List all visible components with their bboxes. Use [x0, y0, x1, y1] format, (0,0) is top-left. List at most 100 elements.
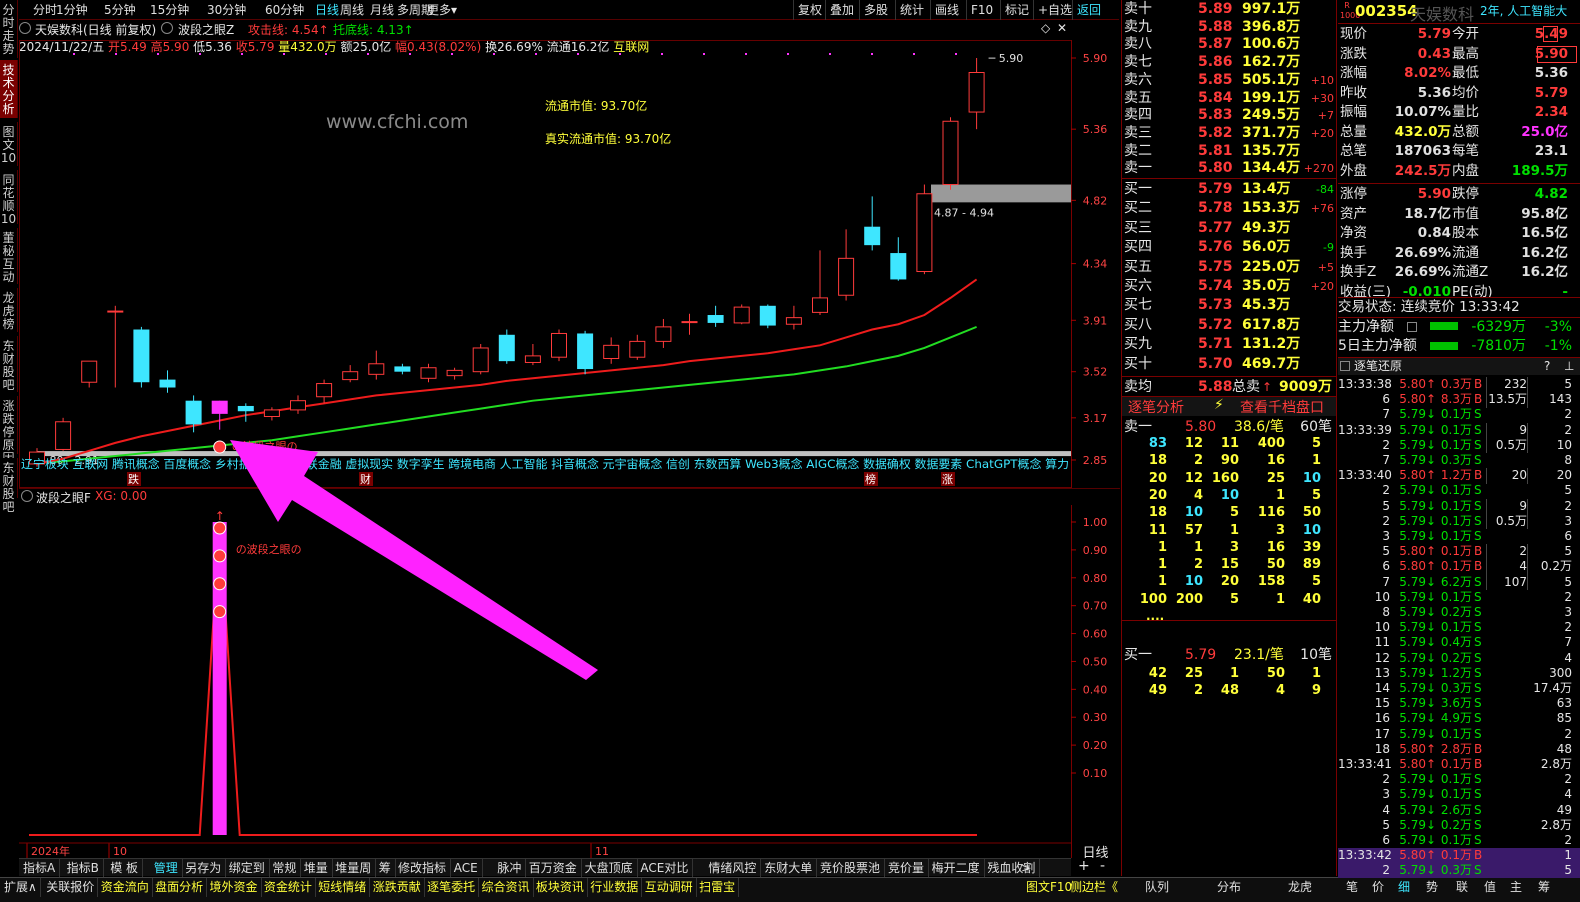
- indicator-name[interactable]: 波段之眼Z: [178, 21, 234, 38]
- ask-row[interactable]: 卖十 5.89 997.1万: [1122, 0, 1336, 18]
- concept-list[interactable]: 辽宁板块 互联网 腾讯概念 百度概念 乡村振兴 游戏 互联金融 虚拟现实 数字孪…: [21, 457, 1069, 471]
- bid-row[interactable]: 买七 5.73 45.3万: [1122, 296, 1336, 315]
- candle[interactable]: [629, 334, 646, 360]
- ask-row[interactable]: 卖五 5.84 199.1万 +30: [1122, 89, 1336, 107]
- candle[interactable]: [263, 407, 280, 421]
- bottom-tab-12[interactable]: 互动调研: [645, 878, 697, 897]
- bottom-tab-6[interactable]: 短线情绪: [318, 878, 371, 897]
- trade-row[interactable]: 3 5.79 ↓ 0.1万 S 6: [1338, 529, 1580, 544]
- period-5[interactable]: 60分钟: [265, 0, 304, 20]
- ask-row[interactable]: 卖二 5.81 135.7万: [1122, 142, 1336, 160]
- ask-row[interactable]: 卖六 5.85 505.1万 +10: [1122, 71, 1336, 89]
- indicator-tab-2[interactable]: 模 板: [110, 859, 144, 877]
- bottom-tab-0[interactable]: 扩展∧: [4, 878, 41, 897]
- trade-row[interactable]: 2 5.79 ↓ 0.1万 S 0.5万 3: [1338, 513, 1580, 530]
- trade-row[interactable]: 4 5.79 ↓ 2.6万 S 49: [1338, 803, 1580, 818]
- candle[interactable]: [107, 305, 124, 388]
- candle[interactable]: [942, 117, 959, 190]
- bottom-right-tab-6[interactable]: 价: [1372, 878, 1384, 897]
- indicator-tab-0[interactable]: 指标A: [23, 859, 61, 877]
- indicator-tab-17[interactable]: 东财大单: [764, 859, 818, 877]
- bottom-tab-3[interactable]: 盘面分析: [155, 878, 208, 897]
- candle[interactable]: [55, 417, 72, 451]
- trade-row[interactable]: 2 5.79 ↓ 0.1万 S 5: [1338, 483, 1580, 498]
- candle[interactable]: [472, 344, 489, 375]
- stock-concept[interactable]: 2年, 人工智能大: [1480, 2, 1567, 19]
- period-6[interactable]: 日线: [315, 0, 339, 20]
- event-tag[interactable]: 财: [359, 472, 373, 486]
- trade-row[interactable]: 8 5.79 ↓ 0.2万 S 3: [1338, 605, 1580, 620]
- bottom-tab-2[interactable]: 资金流向: [101, 878, 153, 897]
- bottom-right-tab-5[interactable]: 笔: [1346, 878, 1358, 897]
- trade-row[interactable]: 11 5.79 ↓ 0.4万 S 7: [1338, 635, 1580, 650]
- indicator-tab-18[interactable]: 竞价股票池: [820, 859, 886, 877]
- trade-row[interactable]: 13:33:39 5.79 ↓ 0.1万 S 9 2: [1338, 422, 1580, 438]
- trade-row[interactable]: 6 5.79 ↓ 0.1万 S 2: [1338, 833, 1580, 848]
- trade-row[interactable]: 5 5.79 ↓ 0.1万 S 9 2: [1338, 498, 1580, 514]
- bottom-tab-9[interactable]: 综合资讯: [482, 878, 534, 897]
- trade-row[interactable]: 2 5.79 ↓ 0.1万 S 0.5万 10: [1338, 437, 1580, 454]
- candle[interactable]: [368, 350, 385, 380]
- toolbar-btn-4[interactable]: 画线: [930, 0, 959, 20]
- candle[interactable]: [577, 330, 594, 375]
- ask-row[interactable]: 卖一 5.80 134.4万 +270: [1122, 159, 1336, 177]
- side-tab-1[interactable]: 技术分析: [0, 60, 18, 118]
- indicator-tab-19[interactable]: 竞价量: [888, 859, 930, 877]
- tab-scroll-right-icon[interactable]: >: [1021, 859, 1031, 877]
- trade-row[interactable]: 7 5.79 ↓ 0.3万 S 8: [1338, 453, 1580, 468]
- candle[interactable]: [916, 184, 933, 275]
- trade-row[interactable]: 5 5.79 ↓ 0.2万 S 2.8万: [1338, 818, 1580, 833]
- tab-thousand-level[interactable]: 查看千档盘口: [1240, 397, 1324, 417]
- trade-row[interactable]: 17 5.79 ↓ 0.1万 S 2: [1338, 727, 1580, 742]
- bottom-tab-7[interactable]: 涨跌贡献: [373, 878, 425, 897]
- candle[interactable]: [524, 344, 541, 366]
- toolbar-btn-1[interactable]: 叠加: [825, 0, 854, 20]
- signal-bar[interactable]: [212, 522, 227, 835]
- more-arrow-icon[interactable]: ▾: [451, 0, 457, 20]
- sub-menu-icon[interactable]: [21, 490, 33, 502]
- pin-icon[interactable]: ⊥: [1564, 358, 1574, 375]
- period-0[interactable]: 分时: [33, 0, 57, 20]
- tab-tick-analysis[interactable]: 逐笔分析: [1128, 397, 1184, 417]
- trade-row[interactable]: 7 5.79 ↓ 0.1万 S 2: [1338, 407, 1580, 422]
- candle[interactable]: [785, 305, 802, 330]
- bottom-right-tab-11[interactable]: 主: [1510, 878, 1522, 897]
- indicator-tab-14[interactable]: 大盘顶底: [585, 859, 638, 877]
- candle[interactable]: [551, 329, 567, 362]
- indicator-tab-9[interactable]: 筹: [379, 859, 396, 877]
- main-net-icon[interactable]: [1407, 322, 1417, 332]
- candle[interactable]: [159, 370, 176, 393]
- candle[interactable]: [342, 365, 359, 383]
- candle[interactable]: [890, 237, 907, 281]
- bottom-tab-1[interactable]: 关联报价: [46, 878, 99, 897]
- period-7[interactable]: 周线: [340, 0, 364, 20]
- bid-row[interactable]: 买五 5.75 225.0万 +5: [1122, 258, 1336, 277]
- toolbar-btn-6[interactable]: 标记: [1000, 0, 1029, 20]
- bottom-right-tab-1[interactable]: 侧边栏《: [1070, 878, 1118, 897]
- toolbar-btn-7[interactable]: +自选: [1033, 0, 1072, 20]
- candle[interactable]: [759, 304, 776, 329]
- bid-row[interactable]: 买八 5.72 617.8万: [1122, 316, 1336, 335]
- trade-row[interactable]: 13:33:41 5.80 ↑ 0.1万 B 2.8万: [1338, 757, 1580, 772]
- indicator-tab-3[interactable]: 管理: [154, 859, 183, 877]
- queue-more[interactable]: ....: [1146, 609, 1164, 624]
- bottom-right-tab-12[interactable]: 筹: [1538, 878, 1550, 897]
- bottom-tab-11[interactable]: 行业数据: [590, 878, 643, 897]
- side-tab-7[interactable]: 涨跌停原因: [0, 396, 18, 465]
- ask-row[interactable]: 卖四 5.83 249.5万 +7: [1122, 106, 1336, 124]
- bid-row[interactable]: 买二 5.78 153.3万 +76: [1122, 199, 1336, 218]
- candle[interactable]: [655, 318, 672, 348]
- bottom-right-tab-9[interactable]: 联: [1456, 878, 1468, 897]
- period-1[interactable]: 1分钟: [56, 0, 88, 20]
- candle[interactable]: [707, 305, 724, 327]
- side-tab-2[interactable]: 图文10: [0, 122, 18, 166]
- indicator-tab-7[interactable]: 堆量: [304, 859, 333, 877]
- candle[interactable]: [316, 379, 333, 404]
- indicator-tab-12[interactable]: 脉冲: [497, 859, 527, 877]
- toolbar-btn-3[interactable]: 统计: [895, 0, 924, 20]
- indicator-tab-16[interactable]: 情绪风控: [708, 859, 762, 877]
- candle[interactable]: [864, 196, 881, 251]
- indicator-tab-10[interactable]: 修改指标: [398, 859, 452, 877]
- bottom-right-tab-3[interactable]: 分布: [1217, 878, 1241, 897]
- zoom-controls[interactable]: + -: [1072, 858, 1119, 876]
